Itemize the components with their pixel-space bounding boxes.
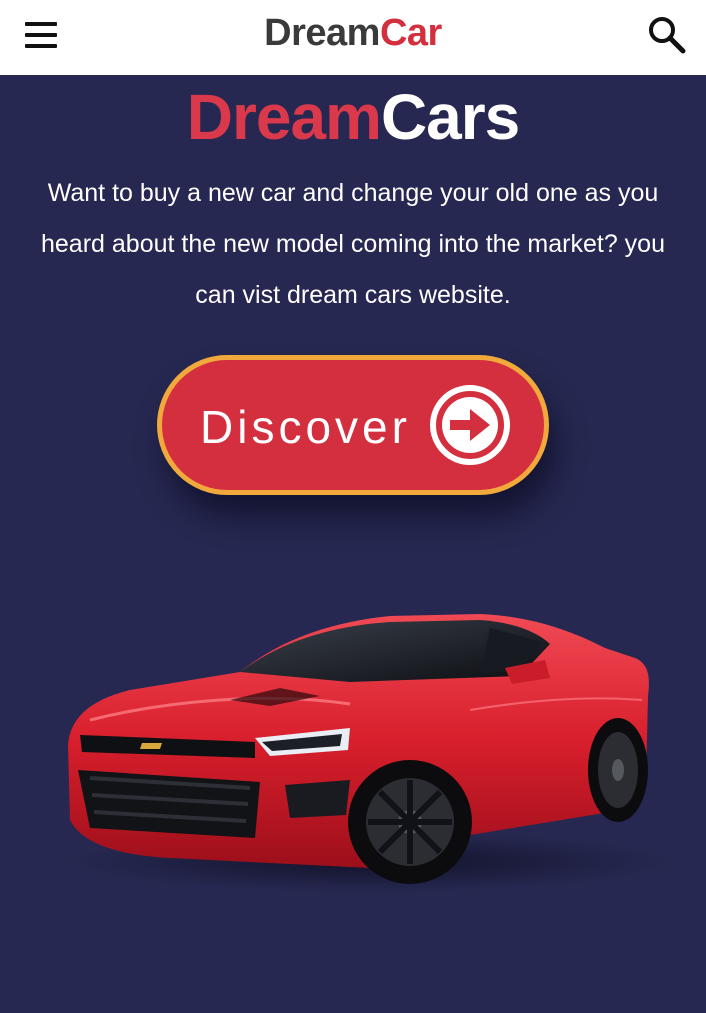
search-icon[interactable]	[646, 14, 686, 54]
brand-logo-part1: Dream	[264, 12, 380, 54]
discover-button-label: Discover	[200, 401, 411, 453]
discover-button[interactable]: Discover	[157, 355, 549, 495]
brand-logo-part2: Car	[379, 12, 442, 54]
red-sports-car-image	[68, 614, 670, 892]
arrow-right-circle-icon	[430, 385, 510, 465]
top-navigation-bar: DreamCar	[0, 0, 706, 75]
hero-title-part1: Dream	[186, 81, 382, 153]
brand-logo[interactable]: DreamCar	[0, 12, 706, 55]
hero-title-part2: Cars	[380, 81, 520, 153]
hero-description: Want to buy a new car and change your ol…	[41, 179, 665, 309]
hero-title: DreamCars	[0, 80, 706, 154]
